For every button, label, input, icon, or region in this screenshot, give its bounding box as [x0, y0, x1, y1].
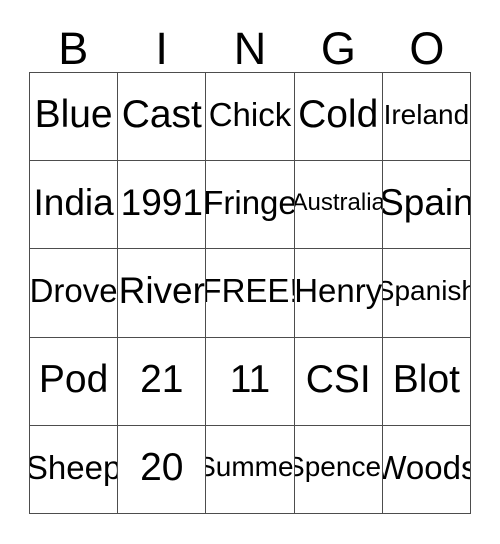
bingo-cell-label: India — [33, 182, 114, 224]
bingo-header-letter-o: O — [409, 23, 445, 74]
bingo-header-letter-b: B — [58, 23, 89, 74]
bingo-cell-label: Cast — [121, 93, 202, 137]
bingo-header-letter-i: I — [155, 23, 168, 74]
bingo-cell-label: Fringe — [206, 184, 295, 222]
bingo-cell-label: 1991 — [120, 182, 203, 224]
bingo-cell-label: Woods — [383, 448, 470, 486]
bingo-cell-label: Spanish — [383, 274, 470, 306]
bingo-cell-label: Henry — [294, 272, 383, 310]
bingo-header-letter-g: G — [320, 23, 356, 74]
bingo-cell[interactable]: Blot — [382, 337, 471, 426]
bingo-cell-label: Summer — [206, 451, 294, 483]
bingo-cell-label: Cold — [298, 93, 379, 137]
bingo-cell-label: Blue — [34, 93, 113, 137]
bingo-cell[interactable]: Drove — [30, 249, 119, 338]
bingo-cell[interactable]: Spencer — [294, 425, 383, 514]
bingo-cell-label: Chick — [208, 96, 292, 134]
bingo-cell[interactable]: River — [118, 249, 207, 338]
bingo-cell-label: Australia — [294, 188, 383, 216]
bingo-cell-label: 11 — [229, 357, 271, 401]
bingo-cell[interactable]: 20 — [118, 425, 207, 514]
bingo-cell-label: Spain — [382, 182, 471, 224]
bingo-cell[interactable]: Spain — [382, 161, 471, 250]
bingo-cell[interactable]: CSI — [294, 337, 383, 426]
bingo-cell-label: 21 — [140, 357, 184, 401]
bingo-cell[interactable]: 21 — [118, 337, 207, 426]
bingo-cell[interactable]: Spanish — [382, 249, 471, 338]
bingo-cell[interactable]: Chick — [206, 73, 295, 162]
bingo-cell-label: 20 — [140, 445, 184, 489]
bingo-cell[interactable]: 11 — [206, 337, 295, 426]
bingo-cell[interactable]: FREE! — [206, 249, 295, 338]
bingo-grid: Blue Cast Chick Cold Ireland India 1991 Fringe A… — [29, 72, 471, 514]
bingo-cell-label: Sheep — [30, 448, 119, 486]
bingo-cell-label: CSI — [305, 357, 371, 401]
bingo-cell[interactable]: Blue — [30, 73, 119, 162]
bingo-cell[interactable]: India — [30, 161, 119, 250]
bingo-header-letter-n: N — [233, 23, 267, 74]
bingo-cell-label: River — [118, 270, 205, 312]
bingo-cell[interactable]: Fringe — [206, 161, 295, 250]
bingo-cell-label: Blot — [392, 357, 460, 401]
bingo-cell-label: Spencer — [295, 451, 382, 483]
bingo-cell[interactable]: Sheep — [30, 425, 119, 514]
bingo-cell[interactable]: Henry — [294, 249, 383, 338]
bingo-cell[interactable]: Australia — [294, 161, 383, 250]
bingo-cell[interactable]: Cold — [294, 73, 383, 162]
bingo-cell-label: Drove — [30, 272, 118, 310]
bingo-card: B I N G O Blue Cast Chick Cold Ireland India 1… — [0, 0, 500, 544]
bingo-cell-label: Pod — [38, 357, 109, 401]
bingo-cell[interactable]: Cast — [118, 73, 207, 162]
bingo-cell-label: FREE! — [206, 272, 295, 310]
bingo-cell[interactable]: Ireland — [382, 73, 471, 162]
bingo-cell[interactable]: Summer — [206, 425, 295, 514]
bingo-cell-label: Ireland — [383, 98, 470, 130]
bingo-header-row: B I N G O — [29, 20, 471, 72]
bingo-cell[interactable]: 1991 — [118, 161, 207, 250]
bingo-cell[interactable]: Woods — [382, 425, 471, 514]
bingo-cell[interactable]: Pod — [30, 337, 119, 426]
